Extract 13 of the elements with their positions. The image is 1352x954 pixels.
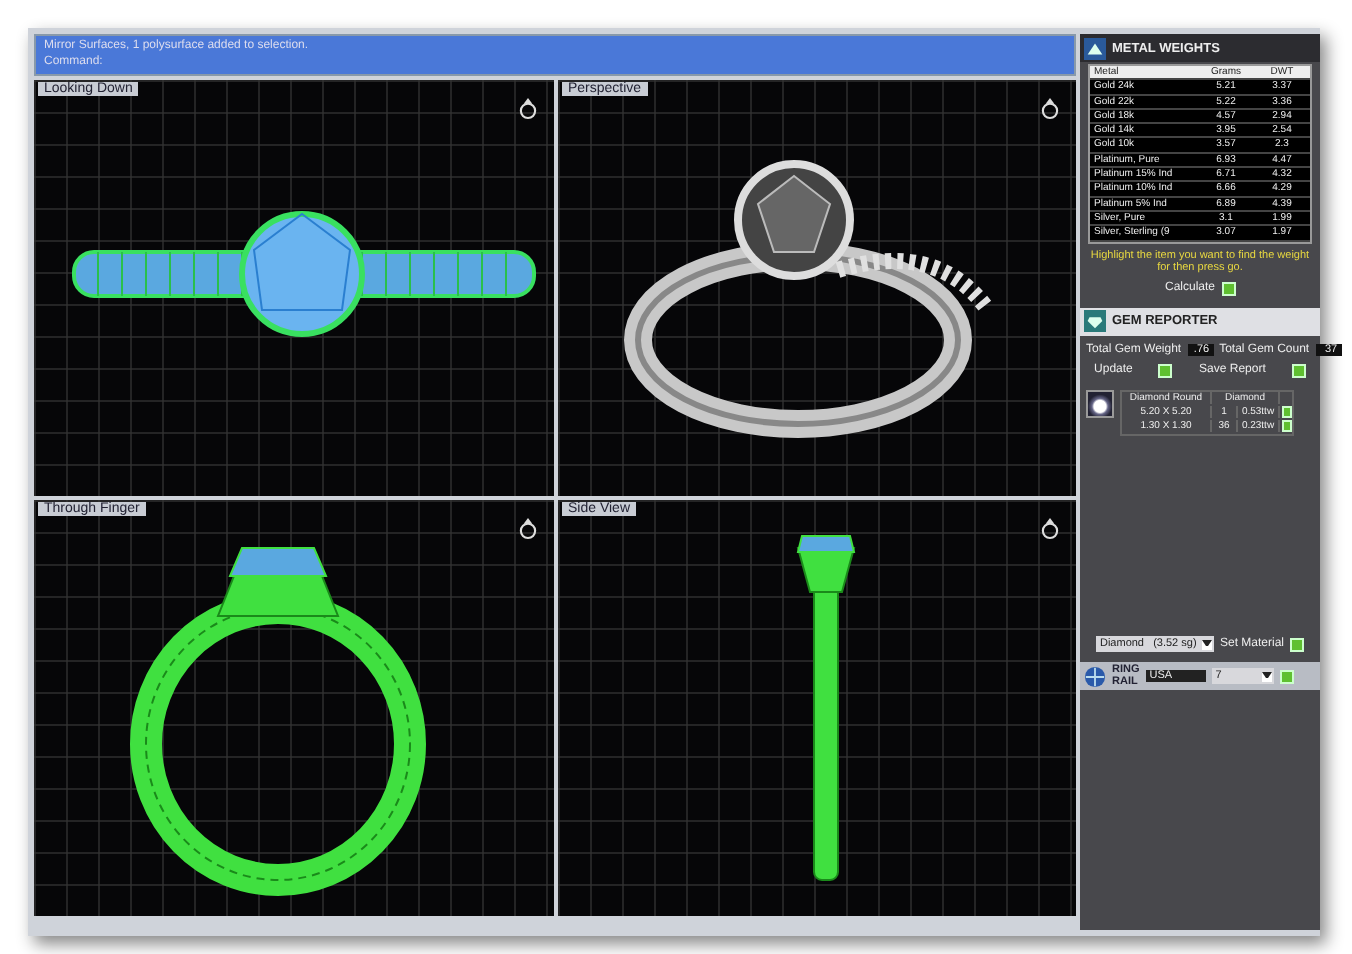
set-material-button[interactable]: [1290, 637, 1304, 651]
ring-icon: [518, 96, 538, 120]
save-report-button[interactable]: [1291, 363, 1306, 378]
gem-icon: [1084, 310, 1106, 333]
scale-icon: [1084, 37, 1106, 59]
ring-icon: [518, 516, 538, 540]
ring-icon: [1040, 96, 1060, 120]
globe-icon: [1084, 665, 1106, 687]
update-button[interactable]: [1158, 363, 1173, 378]
metal-weights-table[interactable]: [1088, 64, 1312, 244]
ring-icon: [1040, 516, 1060, 540]
diamond-thumbnail: [1086, 389, 1114, 418]
calculate-button[interactable]: [1221, 281, 1235, 296]
